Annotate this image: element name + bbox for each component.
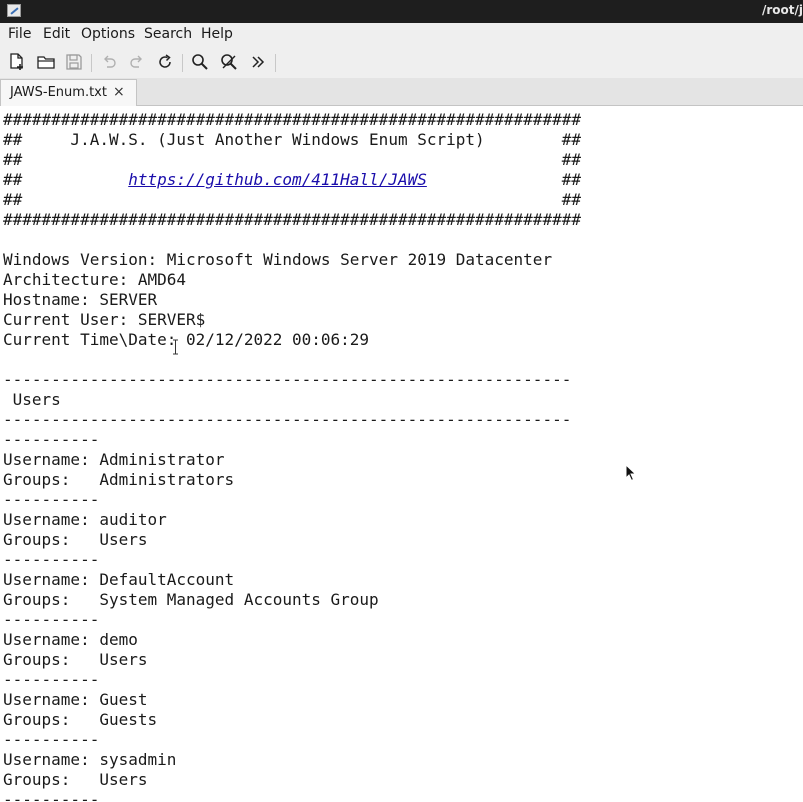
text-line: ## ## [3, 150, 581, 169]
undo-icon [104, 55, 116, 68]
reload-button[interactable] [154, 51, 176, 73]
text-line: ---------- [3, 670, 100, 689]
tab-bar: JAWS-Enum.txt × [0, 78, 803, 106]
text-line: Groups: Users [3, 770, 148, 789]
text-line: ---------- [3, 730, 100, 749]
title-bar: /root/j [0, 0, 803, 23]
text-line: Groups: System Managed Accounts Group [3, 590, 379, 609]
new-file-button[interactable] [6, 51, 28, 73]
text-line: Username: sysadmin [3, 750, 177, 769]
text-line: Username: Administrator [3, 450, 225, 469]
text-line: Username: Guest [3, 690, 148, 709]
text-line: ---------- [3, 430, 100, 449]
more-button[interactable] [247, 51, 269, 73]
text-line: ---------- [3, 790, 100, 802]
text-line: ## J.A.W.S. (Just Another Windows Enum S… [3, 130, 581, 149]
tab-jaws-enum[interactable]: JAWS-Enum.txt × [0, 79, 137, 106]
text-line: Current Time\Date: 02/12/2022 00:06:29 [3, 330, 370, 349]
text-line: ########################################… [3, 110, 581, 129]
reload-icon [159, 54, 171, 68]
menu-bar: File Edit Options Search Help [0, 23, 803, 45]
new-file-icon [10, 53, 23, 70]
toolbar-separator [275, 54, 276, 72]
tab-label: JAWS-Enum.txt [10, 85, 107, 100]
menu-search[interactable]: Search [144, 26, 192, 42]
text-line: Architecture: AMD64 [3, 270, 187, 289]
toolbar-separator [91, 54, 92, 72]
open-button[interactable] [35, 51, 57, 73]
text-line: ########################################… [3, 210, 581, 229]
toolbar-separator [182, 54, 183, 72]
app-icon [7, 4, 21, 17]
text-line: Groups: Users [3, 650, 148, 669]
menu-edit[interactable]: Edit [43, 26, 70, 42]
text-line: ## ## [3, 190, 581, 209]
text-line: ----------------------------------------… [3, 370, 572, 389]
redo-icon [130, 55, 142, 68]
text-line: ---------- [3, 490, 100, 509]
text-line: Hostname: SERVER [3, 290, 158, 309]
folder-icon [37, 56, 55, 69]
link-suffix: ## [426, 170, 581, 189]
menu-help[interactable]: Help [201, 26, 233, 42]
save-icon [66, 54, 82, 70]
text-line: Groups: Guests [3, 710, 158, 729]
text-ibeam-icon [173, 339, 178, 355]
window-title: /root/j [761, 3, 803, 17]
text-line: ---------- [3, 550, 100, 569]
undo-button[interactable] [98, 51, 120, 73]
text-line: Username: DefaultAccount [3, 570, 235, 589]
github-link[interactable]: https://github.com/411Hall/JAWS [128, 170, 427, 189]
close-icon[interactable]: × [113, 84, 125, 100]
find-replace-button[interactable] [218, 51, 240, 73]
text-line: Groups: Administrators [3, 470, 235, 489]
chevron-double-right-icon [252, 56, 265, 68]
find-button[interactable] [189, 51, 211, 73]
text-line: Current User: SERVER$ [3, 310, 206, 329]
toolbar [0, 45, 803, 78]
text-line: Username: auditor [3, 510, 167, 529]
mouse-pointer-icon [625, 464, 637, 482]
redo-button[interactable] [126, 51, 148, 73]
menu-file[interactable]: File [8, 26, 31, 42]
save-button[interactable] [63, 51, 85, 73]
text-line-link: ## https://github.com/411Hall/JAWS ## [3, 170, 581, 190]
search-icon [192, 54, 208, 70]
link-prefix: ## [3, 170, 129, 189]
text-editor[interactable]: ########################################… [0, 106, 803, 802]
menu-options[interactable]: Options [81, 26, 135, 42]
text-line: Users [3, 390, 61, 409]
text-line: ---------- [3, 610, 100, 629]
find-replace-icon [221, 54, 237, 70]
text-line: Username: demo [3, 630, 138, 649]
text-line: Windows Version: Microsoft Windows Serve… [3, 250, 553, 269]
text-line: Groups: Users [3, 530, 148, 549]
text-line: ----------------------------------------… [3, 410, 572, 429]
